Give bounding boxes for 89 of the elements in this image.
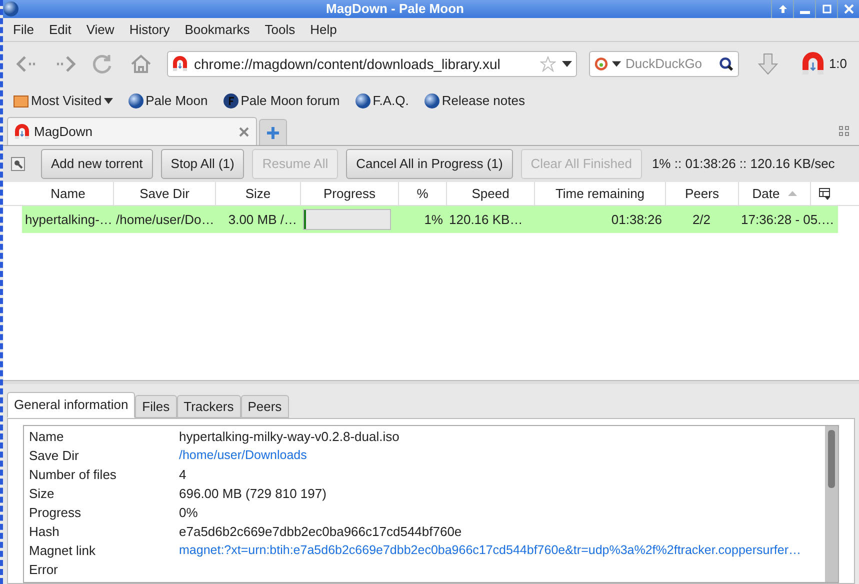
search-field[interactable]: DuckDuckGo (588, 51, 739, 77)
detail-value: e7a5d6b2c669e7dbb2ec0ba966c17cd544bf760e (179, 522, 462, 541)
star-icon[interactable] (540, 56, 556, 72)
close-icon (844, 4, 854, 14)
menu-item[interactable]: History (129, 20, 170, 40)
magnet-icon (800, 52, 825, 76)
magnet-icon (14, 124, 30, 140)
minimize-icon (800, 10, 810, 14)
bookmark-item[interactable]: F.A.Q. (354, 91, 409, 111)
bookmark-folder[interactable]: Most Visited (13, 91, 113, 111)
globe-icon (128, 93, 144, 109)
detail-value: 0% (179, 504, 198, 522)
detail-label: Error (29, 560, 59, 579)
menu-item[interactable]: Tools (264, 20, 296, 40)
detail-value: hypertalking-milky-way-v0.2.8-dual.iso (179, 428, 400, 446)
new-tab-button[interactable] (259, 119, 287, 145)
column-picker-icon[interactable] (819, 188, 831, 200)
detail-label: Progress (29, 504, 82, 522)
column-header[interactable]: Save Dir (114, 182, 216, 205)
detail-label: Hash (29, 522, 60, 541)
column-header[interactable]: Size (216, 182, 301, 205)
toolbar-button[interactable]: Add new torrent (41, 149, 153, 179)
detail-value: 696.00 MB (729 810 197) (179, 484, 326, 503)
browser-tab[interactable]: MagDown (7, 117, 257, 145)
table-cell: 17:36:28 - 05.… (741, 212, 834, 227)
table-cell: 3.00 MB /… (228, 212, 297, 227)
maximize-icon (822, 4, 832, 14)
table-cell: /home/user/Do… (116, 212, 214, 227)
table-cell: hypertalking-… (25, 212, 112, 227)
forum-icon (222, 93, 239, 109)
table-cell: 2/2 (692, 212, 711, 227)
detail-tab[interactable]: Files (135, 395, 177, 418)
tab-grid-icon[interactable] (839, 126, 849, 136)
detail-label: Size (29, 484, 56, 503)
table-cell: 01:38:26 (611, 212, 662, 227)
duck-icon[interactable] (594, 56, 608, 72)
toolbar-button[interactable]: Cancel All in Progress (1) (346, 149, 513, 179)
detail-label: Name (29, 428, 65, 446)
window-title: MagDown - Pale Moon (325, 0, 465, 18)
menu-item[interactable]: File (13, 20, 34, 40)
menu-item[interactable]: Edit (48, 20, 72, 40)
bookmark-item[interactable]: Pale Moon forum (222, 91, 340, 111)
menu-item[interactable]: Bookmarks (184, 20, 250, 40)
dropdown-icon[interactable] (612, 61, 622, 67)
detail-value: 4 (179, 466, 186, 484)
bookmark-item[interactable]: Release notes (424, 91, 525, 111)
toolbar-button[interactable]: Stop All (1) (160, 149, 244, 179)
column-header[interactable]: Date (739, 182, 811, 205)
dropdown-icon[interactable] (562, 61, 572, 67)
table-row[interactable]: hypertalking-… /home/user/Do… 3.00 MB /… 1% 120.16 KB… 01:38:26 2/2 17:36:28 - 05.… (22, 206, 838, 233)
column-header[interactable]: Speed (447, 182, 535, 205)
globe-icon (354, 93, 371, 109)
table-cell: 1% (424, 212, 443, 227)
menu-item[interactable]: Help (310, 20, 337, 40)
search-icon[interactable] (719, 56, 734, 72)
globe-icon (424, 93, 440, 109)
address-bar[interactable]: chrome://magdown/content/downloads_library.xul (167, 51, 577, 77)
column-header[interactable]: Progress (301, 182, 399, 205)
detail-link[interactable]: magnet:?xt=urn:btih:e7a5d6b2c669e7dbb2ec0ba966c17cd544bf760e&tr=udp%3a%2f%2ftracker.coppersurfer… (179, 541, 801, 560)
scrollbar[interactable] (825, 426, 838, 582)
detail-label: Save Dir (29, 446, 80, 465)
close-icon[interactable] (238, 126, 250, 138)
detail-label: Magnet link (29, 542, 96, 560)
app-icon (3, 1, 19, 17)
detail-link[interactable]: /home/user/Downloads (179, 446, 307, 465)
plus-icon (266, 126, 280, 140)
download-icon[interactable] (756, 52, 779, 76)
table-cell: 120.16 KB… (449, 212, 523, 227)
settings-icon[interactable] (11, 157, 25, 171)
home-icon[interactable] (129, 52, 153, 76)
sort-ascending-icon (788, 191, 797, 196)
bookmark-item[interactable]: Pale Moon (128, 91, 208, 111)
status-text: 1% :: 01:38:26 :: 120.16 KB/sec (652, 155, 835, 174)
column-header[interactable]: % (399, 182, 447, 205)
detail-tab[interactable]: Trackers (176, 395, 241, 418)
magnet-icon (172, 56, 188, 72)
detail-tab[interactable]: Peers (240, 395, 289, 418)
address-text: chrome://magdown/content/downloads_library.xul (194, 54, 502, 74)
menu-item[interactable]: View (86, 20, 114, 40)
search-input[interactable]: DuckDuckGo (625, 54, 716, 74)
detail-label: Number of files (29, 466, 118, 484)
column-header[interactable]: Peers (666, 182, 739, 205)
column-header[interactable]: Name (23, 182, 114, 205)
column-header[interactable]: Time remaining (535, 182, 666, 205)
addon-counter: 1:0 (828, 55, 848, 74)
up-arrow-icon (778, 4, 788, 14)
dropdown-icon (104, 98, 113, 104)
detail-tab[interactable]: General information (7, 392, 136, 418)
folder-icon (13, 93, 29, 109)
